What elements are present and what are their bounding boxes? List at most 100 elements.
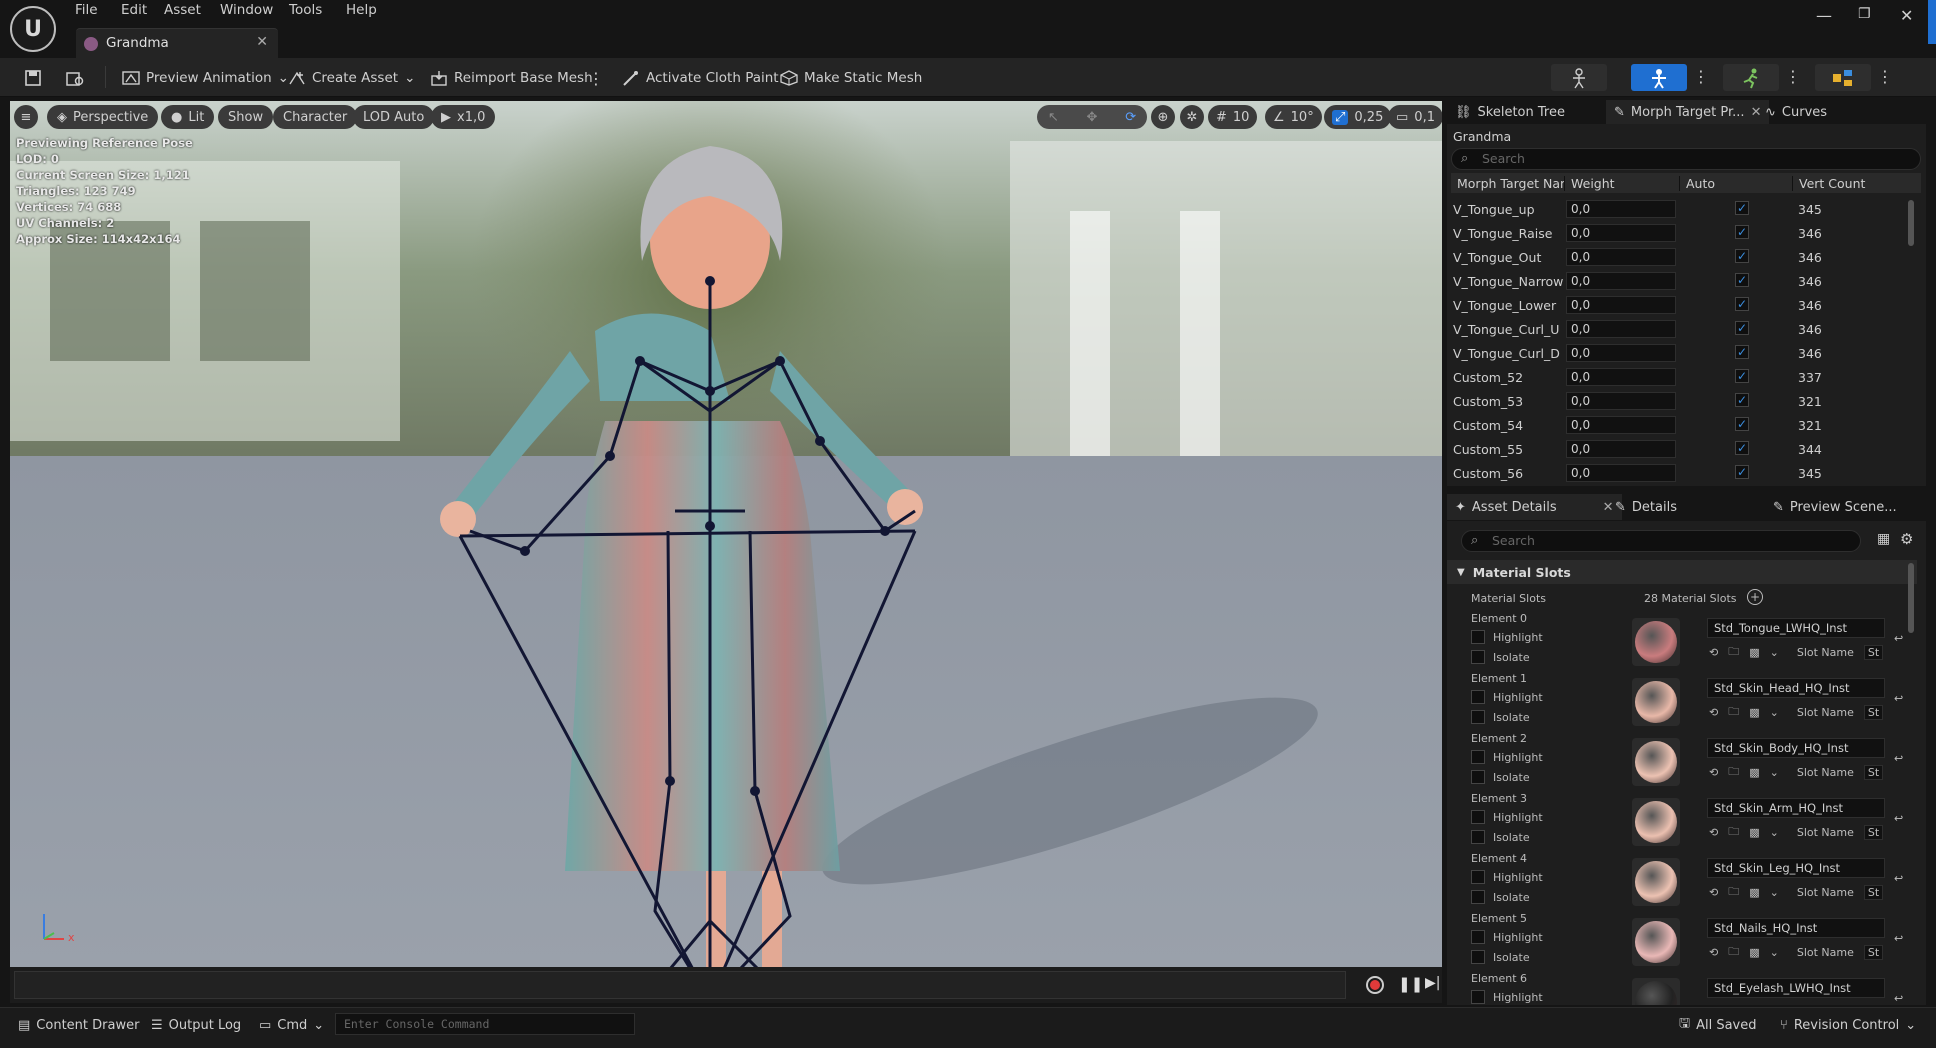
grid-snap-button[interactable]: # 10 [1208,105,1258,129]
morph-weight-input[interactable]: 0,0 [1566,320,1676,338]
material-name-field[interactable]: Std_Nails_HQ_Inst [1707,918,1885,938]
use-selected-icon[interactable]: ⟲ [1709,886,1718,899]
morph-weight-input[interactable]: 0,0 [1566,464,1676,482]
use-selected-icon[interactable]: ⟲ [1709,826,1718,839]
morph-auto-checkbox[interactable] [1735,417,1749,431]
revision-control-button[interactable]: ⑂ Revision Control ⌄ [1780,1008,1916,1042]
morph-auto-checkbox[interactable] [1735,369,1749,383]
viewport-menu-icon[interactable]: ≡ [14,105,38,129]
browse-folder-icon[interactable]: 🗀 [1728,703,1739,722]
highlight-toggle[interactable]: Highlight [1471,870,1543,884]
chevron-down-icon[interactable]: ⌄ [1770,706,1779,719]
activate-cloth-paint-button[interactable]: Activate Cloth Paint [622,58,779,97]
menu-window[interactable]: Window [220,2,273,22]
morph-scrollbar[interactable] [1908,200,1914,246]
more-options-icon[interactable]: ⋮ [1785,67,1801,86]
morph-search-input[interactable]: Search [1451,148,1921,170]
morph-row[interactable]: V_Tongue_Curl_D 0,0 346 [1451,341,1911,365]
morph-weight-input[interactable]: 0,0 [1566,200,1676,218]
morph-auto-checkbox[interactable] [1735,441,1749,455]
material-name-field[interactable]: Std_Skin_Leg_HQ_Inst [1707,858,1885,878]
morph-row[interactable]: Custom_52 0,0 337 [1451,365,1911,389]
reset-arrow-icon[interactable]: ↩ [1894,752,1903,765]
morph-auto-checkbox[interactable] [1735,297,1749,311]
checker-icon[interactable]: ▩ [1749,706,1759,719]
reset-arrow-icon[interactable]: ↩ [1894,632,1903,645]
more-options-icon[interactable]: ⋮ [588,69,604,88]
tab-preview-scene[interactable]: ✎ Preview Scene... [1765,494,1905,520]
lit-button[interactable]: ● Lit [161,105,215,129]
reset-arrow-icon[interactable]: ↩ [1894,932,1903,945]
slot-name-input[interactable]: St [1863,764,1884,780]
show-button[interactable]: Show [218,105,274,129]
morph-row[interactable]: Custom_53 0,0 321 [1451,389,1911,413]
morph-auto-checkbox[interactable] [1735,393,1749,407]
highlight-toggle[interactable]: Highlight [1471,750,1543,764]
highlight-toggle[interactable]: Highlight [1471,690,1543,704]
camera-speed-button[interactable]: ▭ 0,1 [1388,105,1442,129]
tab-details[interactable]: ✎ Details [1607,494,1685,520]
move-tool-icon[interactable]: ✥ [1076,110,1109,125]
record-button[interactable] [1366,976,1384,994]
browse-folder-icon[interactable]: 🗀 [1728,823,1739,842]
morph-weight-input[interactable]: 0,0 [1566,416,1676,434]
morph-row[interactable]: Custom_55 0,0 344 [1451,437,1911,461]
highlight-toggle[interactable]: Highlight [1471,630,1543,644]
isolate-checkbox[interactable] [1471,710,1485,724]
chevron-down-icon[interactable]: ⌄ [1770,946,1779,959]
surface-snap-icon[interactable]: ✲ [1180,105,1204,129]
isolate-toggle[interactable]: Isolate [1471,950,1530,964]
use-selected-icon[interactable]: ⟲ [1709,706,1718,719]
tab-curves[interactable]: ∿ Curves [1757,100,1835,124]
skeleton-mode-button[interactable] [1551,64,1607,91]
material-name-field[interactable]: Std_Tongue_LWHQ_Inst [1707,618,1885,638]
morph-row[interactable]: V_Tongue_Out 0,0 346 [1451,245,1911,269]
highlight-checkbox[interactable] [1471,690,1485,704]
character-button[interactable]: Character [273,105,358,129]
viewport[interactable]: ≡ ◈ Perspective ● Lit Show Character LOD… [10,101,1442,967]
timeline-track[interactable] [14,971,1346,999]
chevron-down-icon[interactable]: ⌄ [1770,826,1779,839]
tab-asset-details[interactable]: ✦ Asset Details ✕ [1447,494,1622,520]
isolate-checkbox[interactable] [1471,830,1485,844]
material-thumbnail[interactable] [1632,618,1680,666]
morph-row[interactable]: V_Tongue_Lower 0,0 346 [1451,293,1911,317]
morph-row[interactable]: V_Tongue_Raise 0,0 346 [1451,221,1911,245]
checker-icon[interactable]: ▩ [1749,646,1759,659]
morph-weight-input[interactable]: 0,0 [1566,392,1676,410]
unreal-logo-icon[interactable]: U [10,6,56,52]
highlight-toggle[interactable]: Highlight [1471,930,1543,944]
mesh-mode-button[interactable] [1631,64,1687,91]
slot-name-input[interactable]: St [1863,644,1884,660]
col-vert-count[interactable]: Vert Count [1792,175,1902,191]
more-options-icon[interactable]: ⋮ [1693,67,1709,86]
rotation-snap-button[interactable]: ∠ 10° [1265,105,1322,129]
col-auto[interactable]: Auto [1679,175,1792,191]
slot-name-input[interactable]: St [1863,944,1884,960]
isolate-toggle[interactable]: Isolate [1471,710,1530,724]
preview-animation-button[interactable]: Preview Animation ⌄ [122,58,289,97]
material-thumbnail[interactable] [1632,798,1680,846]
use-selected-icon[interactable]: ⟲ [1709,646,1718,659]
isolate-checkbox[interactable] [1471,950,1485,964]
close-tab-icon[interactable]: ✕ [256,34,268,50]
reset-arrow-icon[interactable]: ↩ [1894,992,1903,1005]
menu-asset[interactable]: Asset [164,2,201,22]
use-selected-icon[interactable]: ⟲ [1709,766,1718,779]
morph-weight-input[interactable]: 0,0 [1566,272,1676,290]
add-slot-icon[interactable]: + [1747,589,1763,605]
slot-name-input[interactable]: St [1863,884,1884,900]
minimize-icon[interactable]: — [1816,6,1832,25]
morph-weight-input[interactable]: 0,0 [1566,248,1676,266]
material-thumbnail[interactable] [1632,678,1680,726]
browse-asset-icon[interactable] [64,67,86,89]
settings-gear-icon[interactable]: ⚙ [1900,530,1913,548]
highlight-checkbox[interactable] [1471,630,1485,644]
step-forward-icon[interactable]: ▶| [1425,975,1440,991]
isolate-toggle[interactable]: Isolate [1471,650,1530,664]
highlight-toggle[interactable]: Highlight [1471,990,1543,1004]
make-static-mesh-button[interactable]: Make Static Mesh [780,58,922,97]
table-view-icon[interactable]: ▦ [1877,531,1890,547]
save-all-button[interactable]: 🖫 All Saved [1679,1008,1757,1042]
rotate-tool-icon[interactable]: ⟳ [1114,110,1147,125]
